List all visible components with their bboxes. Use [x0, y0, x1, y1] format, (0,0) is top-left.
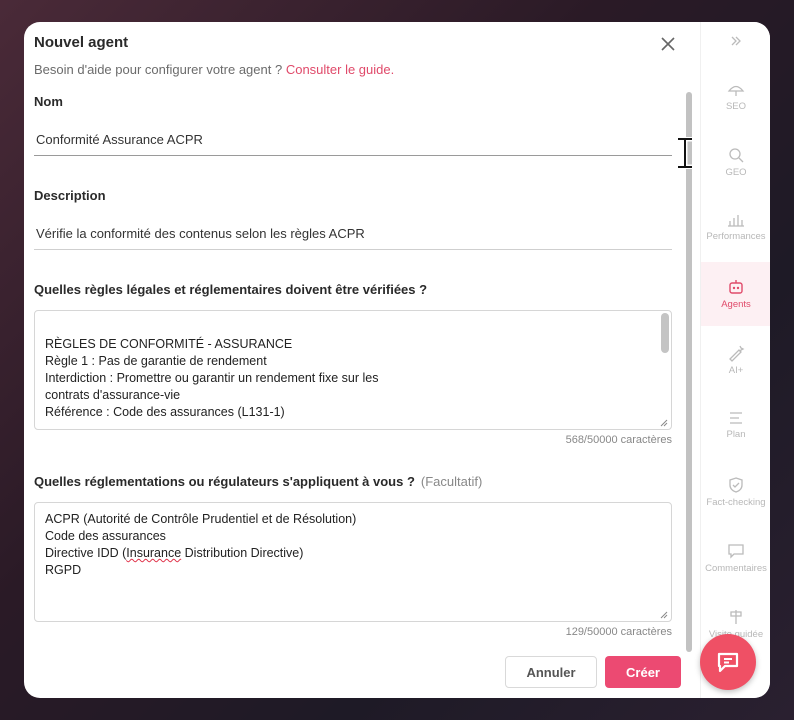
tools-sidebar: SEO GEO Performances Agents AI+ Plan Fac…	[700, 22, 770, 698]
comment-icon	[728, 544, 744, 559]
chat-button[interactable]	[700, 634, 756, 690]
sidebar-item-label: Agents	[721, 299, 751, 310]
help-text-label: Besoin d'aide pour configurer votre agen…	[34, 62, 283, 77]
search-sparkle-icon	[729, 148, 744, 163]
shield-check-icon	[729, 477, 743, 493]
sidebar-item-commentaires[interactable]: Commentaires	[701, 542, 770, 582]
sidebar-item-label: Fact-checking	[706, 497, 766, 508]
regulators-textarea[interactable]: ACPR (Autorité de Contrôle Prudentiel et…	[34, 502, 672, 622]
umbrella-icon	[727, 85, 745, 96]
sidebar-item-performances[interactable]: Performances	[701, 212, 770, 252]
regulator-line: Directive IDD (Insurance Distribution Di…	[45, 546, 304, 560]
sidebar-item-fact-checking[interactable]: Fact-checking	[701, 476, 770, 516]
list-icon	[730, 412, 742, 424]
sidebar-item-ai-plus[interactable]: AI+	[701, 344, 770, 384]
sidebar-item-label: Commentaires	[705, 563, 767, 574]
magic-pen-icon	[729, 345, 745, 362]
dialog-title: Nouvel agent	[34, 34, 129, 51]
text-cursor-icon	[678, 137, 692, 169]
signpost-icon	[730, 610, 742, 624]
rules-scrollbar[interactable]	[661, 313, 669, 353]
sidebar-item-label: AI+	[728, 365, 744, 376]
sidebar-item-seo[interactable]: SEO	[701, 82, 770, 122]
sidebar-item-geo[interactable]: GEO	[701, 146, 770, 186]
sidebar-item-label: SEO	[725, 101, 747, 112]
regulator-line: ACPR (Autorité de Contrôle Prudentiel et…	[45, 512, 357, 526]
dialog-scrollbar[interactable]	[686, 92, 692, 652]
create-button[interactable]: Créer	[605, 656, 681, 688]
sidebar-item-label: Plan	[726, 429, 746, 440]
sidebar-item-plan[interactable]: Plan	[701, 410, 770, 450]
guide-link[interactable]: Consulter le guide.	[286, 62, 394, 77]
rules-label: Quelles règles légales et réglementaires…	[34, 282, 428, 297]
regulators-counter: 129/50000 caractères	[565, 626, 672, 638]
rules-counter: 568/50000 caractères	[565, 434, 672, 446]
regulators-label: Quelles réglementations ou régulateurs s…	[34, 474, 482, 489]
regulators-label-text: Quelles réglementations ou régulateurs s…	[34, 474, 415, 489]
description-input[interactable]: Vérifie la conformité des contenus selon…	[34, 218, 672, 250]
rules-textarea[interactable]: RÈGLES DE CONFORMITÉ - ASSURANCE Règle 1…	[34, 310, 672, 430]
rules-text: RÈGLES DE CONFORMITÉ - ASSURANCE Règle 1…	[45, 337, 379, 419]
close-icon[interactable]	[658, 34, 678, 54]
description-label: Description	[34, 188, 106, 203]
regulator-line: RGPD	[45, 563, 82, 577]
chat-icon	[717, 652, 739, 673]
bar-chart-icon	[728, 215, 744, 227]
collapse-icon[interactable]	[729, 34, 743, 48]
optional-tag: (Facultatif)	[420, 474, 483, 489]
help-text: Besoin d'aide pour configurer votre agen…	[34, 62, 394, 77]
resize-handle-icon[interactable]	[660, 419, 668, 427]
new-agent-dialog: Nouvel agent Besoin d'aide pour configur…	[24, 22, 700, 698]
resize-handle-icon[interactable]	[660, 611, 668, 619]
sidebar-item-agents[interactable]: Agents	[701, 262, 770, 326]
name-input[interactable]: Conformité Assurance ACPR	[34, 124, 672, 156]
app-window: Nouvel agent Besoin d'aide pour configur…	[24, 22, 770, 698]
robot-icon	[729, 280, 743, 294]
sidebar-item-label: Performances	[706, 231, 766, 242]
sidebar-item-label: GEO	[725, 167, 747, 178]
name-label: Nom	[34, 94, 63, 109]
cancel-button[interactable]: Annuler	[505, 656, 597, 688]
regulator-line: Code des assurances	[45, 529, 166, 543]
